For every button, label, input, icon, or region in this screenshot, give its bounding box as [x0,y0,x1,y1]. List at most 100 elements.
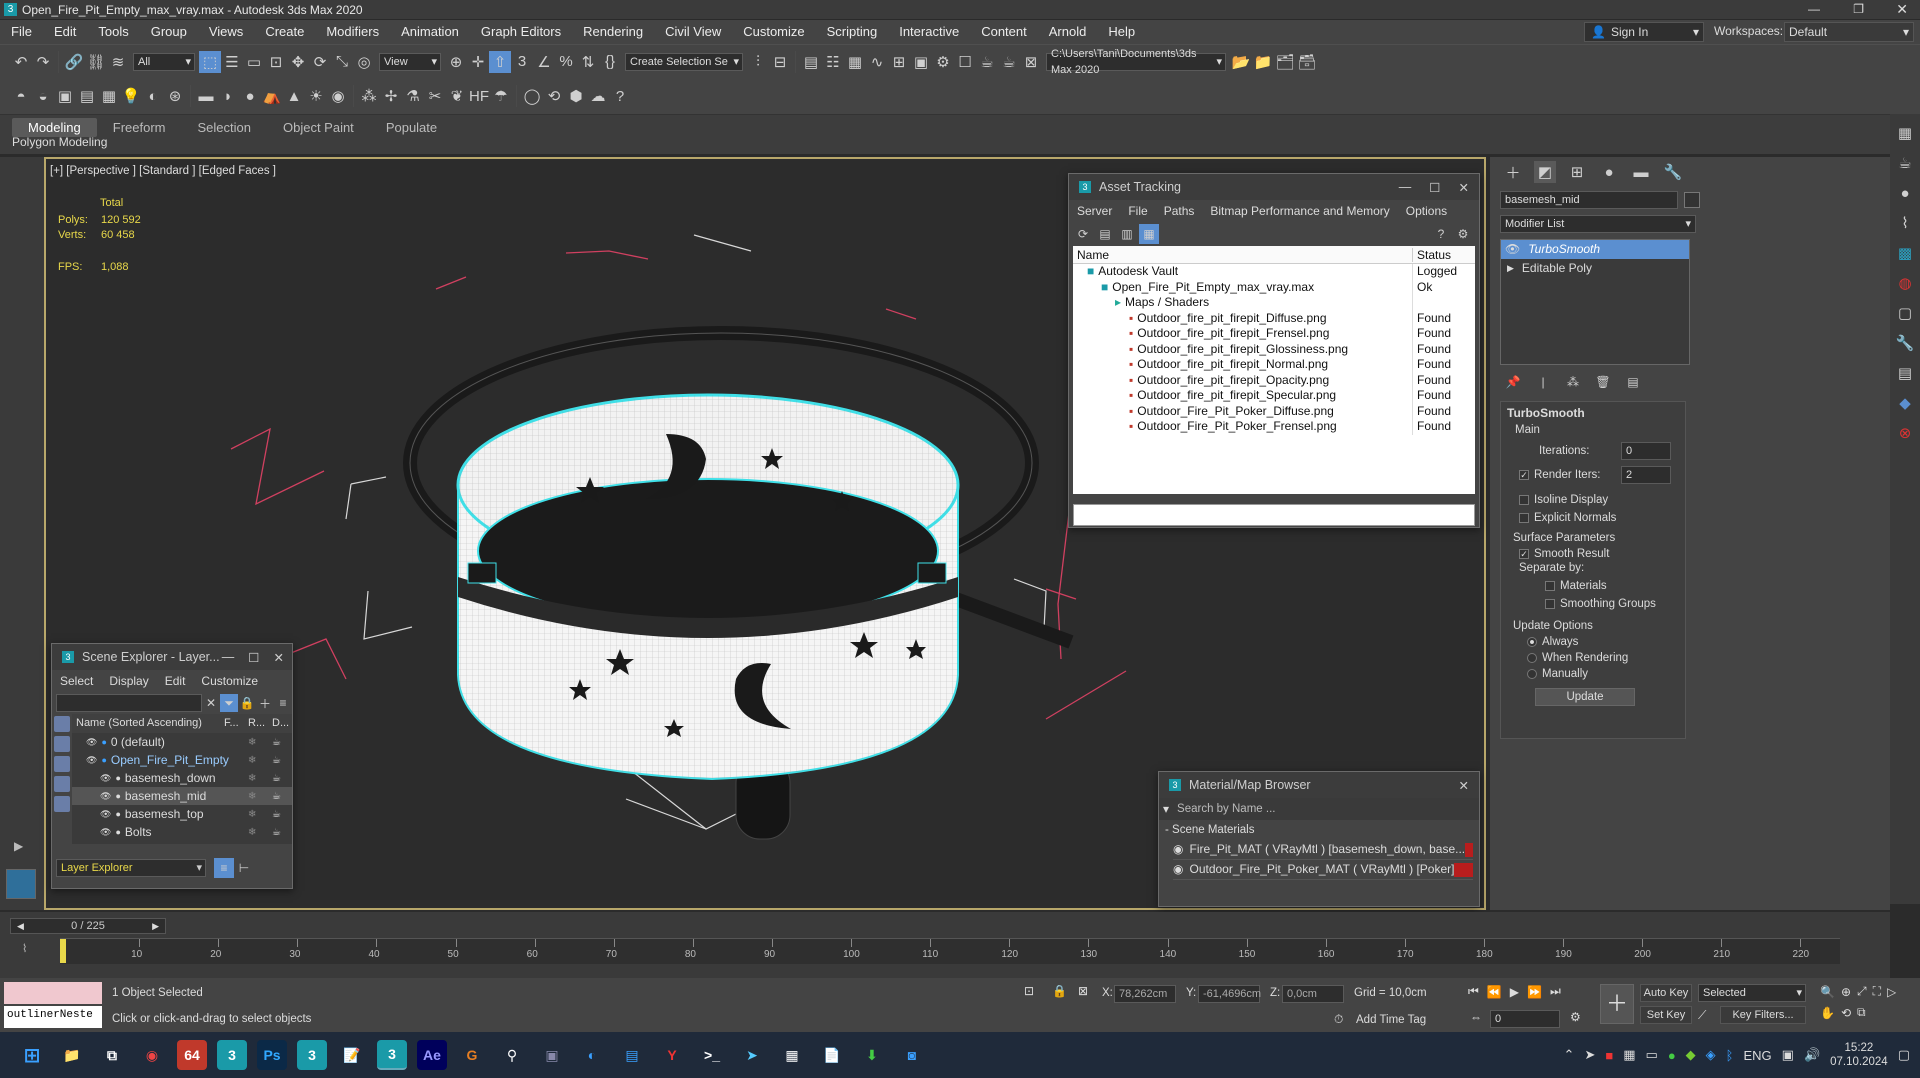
scene-row[interactable]: 👁 ● 0 (default) ❄ ☕ [72,733,292,751]
menu-help[interactable]: Help [1097,20,1146,44]
eye-icon[interactable]: 👁 [1505,240,1520,259]
ribbon-tab-object-paint[interactable]: Object Paint [267,118,370,137]
asset-row[interactable]: ▪ Outdoor_fire_pit_firepit_Opacity.png Fou… [1073,372,1475,388]
layer-mode-icon[interactable]: ≡ [214,858,234,878]
freeze-icon[interactable]: ❄ [248,787,272,805]
mirror-icon[interactable]: ⫶ [747,51,769,73]
remove-modifier-icon[interactable]: 🗑 [1594,373,1612,391]
layers-icon[interactable]: ≡ [274,694,292,712]
zoom-all-icon[interactable]: ⊕ [1841,985,1851,999]
update-button[interactable]: Update [1535,688,1635,706]
prev-key-icon[interactable]: ⏪ [1487,985,1502,999]
speaker-icon[interactable]: 🔊 [1804,1047,1820,1063]
file-explorer-icon[interactable]: 📁 [57,1040,87,1070]
bind-spacewarp-icon[interactable]: ≋ [107,51,129,73]
create-tab-icon[interactable]: ＋ [1502,161,1524,183]
helpers-icon[interactable] [54,796,70,812]
list-view-icon[interactable]: ▤ [1095,224,1115,244]
hierarchy-mode-icon[interactable]: ⊢ [234,858,254,878]
menu-group[interactable]: Group [140,20,198,44]
material-item[interactable]: ◉ Outdoor_Fire_Pit_Poker_MAT ( VRayMtl ) … [1173,860,1473,880]
display-none-icon[interactable] [54,716,70,732]
show-end-result-icon[interactable]: | [1534,373,1552,391]
tray-bluetooth-icon[interactable]: ᛒ [1726,1048,1734,1063]
windows-start-icon[interactable]: ⊞ [17,1040,47,1070]
vray-teapot-icon[interactable]: ◓ [10,85,32,107]
selection-lock-icon[interactable]: 🔒 [1052,984,1067,998]
sphere-icon[interactable]: ● [1894,182,1916,204]
task-view-icon[interactable]: ⧉ [97,1040,127,1070]
close-icon[interactable]: ✕ [1459,778,1469,793]
modifier-list-dropdown[interactable]: Modifier List ▾ [1500,215,1696,233]
asset-menu-paths[interactable]: Paths [1156,204,1203,218]
document-icon[interactable]: 📄 [817,1040,847,1070]
search-app-icon[interactable]: ⚲ [497,1040,527,1070]
keyboard-shortcut-icon[interactable]: ⇧ [489,50,511,73]
edit-named-sets-icon[interactable]: {} [599,51,621,73]
eye-icon[interactable]: 👁 [100,787,111,805]
camera-icon[interactable] [54,776,70,792]
table-view-icon[interactable]: ▥ [1117,224,1137,244]
render-shortcuts-icon[interactable]: ⊠ [1020,51,1042,73]
telegram-icon[interactable]: ➤ [737,1040,767,1070]
ribbon-tab-selection[interactable]: Selection [182,118,267,137]
curve-editor-icon[interactable]: ∿ [866,51,888,73]
time-tag-icon[interactable]: ⏱ [1334,1012,1343,1027]
current-frame-field[interactable]: 0 [1490,1010,1560,1028]
explorer-menu-customize[interactable]: Customize [193,674,266,688]
key-mode-dropdown[interactable]: Selected ▾ [1698,984,1806,1002]
vray-proxy-icon[interactable]: ⁂ [358,85,380,107]
torrent-icon[interactable]: ⬇ [857,1040,887,1070]
fov-icon[interactable]: ▷ [1887,985,1896,999]
freeze-icon[interactable]: ❄ [248,769,272,787]
add-layer-icon[interactable]: ＋ [256,694,274,712]
minimize-icon[interactable]: — [1808,2,1820,16]
render-icon[interactable]: ☕ [272,823,292,841]
motion-tab-icon[interactable]: ● [1598,161,1620,183]
ref-coord-dropdown[interactable]: View ▾ [379,52,441,71]
pivot-icon[interactable]: ⊕ [445,51,467,73]
asset-menu-server[interactable]: Server [1069,204,1120,218]
vray-ies-icon[interactable]: ⊛ [164,85,186,107]
vray-dome-light-icon[interactable]: ◗ [217,85,239,107]
freeze-icon[interactable]: ❄ [248,751,272,769]
tray-send-icon[interactable]: ➤ [1584,1047,1595,1063]
material-item[interactable]: ◉ Fire_Pit_MAT ( VRayMtl ) [basemesh_down… [1173,840,1473,860]
render-iters-spinner[interactable]: 2 [1621,466,1671,484]
move-icon[interactable]: ✥ [287,51,309,73]
configure-sets-icon[interactable]: ▤ [1624,373,1642,391]
vray-material-icon[interactable]: ◯ [521,85,543,107]
z-coord-field[interactable]: 0,0cm [1282,985,1344,1003]
app-db-icon[interactable]: ▣ [537,1040,567,1070]
menu-views[interactable]: Views [198,20,254,44]
always-radio[interactable] [1527,637,1537,647]
x-coord-field[interactable]: 78,262cm [1114,985,1176,1003]
asset-row[interactable]: ▪ Outdoor_fire_pit_firepit_Specular.png Fo… [1073,388,1475,404]
vray-ies-light-icon[interactable]: ▲ [283,85,305,107]
clock[interactable]: 15:22 07.10.2024 [1830,1041,1888,1069]
app-64-icon[interactable]: 64 [177,1040,207,1070]
scene-row[interactable]: 👁 ● Bolts ❄ ☕ [72,823,292,841]
asset-row[interactable]: ■ Autodesk Vault Logged [1073,264,1475,280]
stack-item-turbosmooth[interactable]: 👁 TurboSmooth [1501,240,1689,259]
object-name-field[interactable]: basemesh_mid [1500,191,1678,209]
vray-plane-icon[interactable]: ▬ [195,85,217,107]
vray-convert-icon[interactable]: ⟲ [543,85,565,107]
maximize-icon[interactable]: ❐ [1853,2,1864,16]
isolate-icon[interactable]: ⊡ [1024,984,1034,998]
app-blue-icon[interactable]: ▤ [617,1040,647,1070]
close-icon[interactable]: ✕ [274,650,284,665]
render-setup-icon[interactable]: ⚙ [932,51,954,73]
redo-icon[interactable]: ↷ [32,51,54,73]
go-start-icon[interactable]: ⏮ [1468,984,1479,999]
ribbon-toggle-icon[interactable]: ▦ [844,51,866,73]
photoshop-icon[interactable]: Ps [257,1040,287,1070]
ribbon-icon[interactable]: ⌇ [1894,212,1916,234]
3dsmax-taskbar-icon[interactable]: 3 [217,1040,247,1070]
freeze-icon[interactable]: ❄ [248,805,272,823]
next-key-icon[interactable]: ⏩ [1527,985,1542,999]
selection-set-dropdown[interactable]: Create Selection Se ▾ [625,52,743,71]
isoline-checkbox[interactable] [1519,495,1529,505]
set-key-button[interactable]: Set Key [1640,1006,1692,1024]
next-frame-icon[interactable]: ▶ [152,921,159,932]
